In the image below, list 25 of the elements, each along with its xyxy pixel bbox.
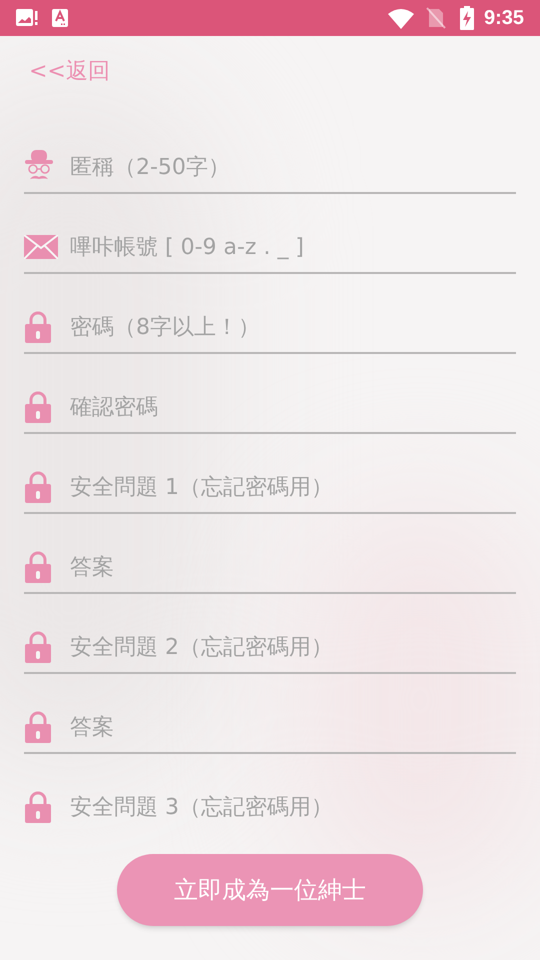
no-sim-icon [426, 7, 446, 29]
input-field[interactable]: 安全問題 2（忘記密碼用） [70, 630, 516, 664]
padlock-icon [24, 551, 52, 583]
input-field[interactable]: 匿稱（2-50字） [70, 150, 516, 184]
padlock-icon [24, 711, 52, 743]
input-field[interactable]: 安全問題 1（忘記密碼用） [70, 470, 516, 504]
input-field[interactable]: 密碼（8字以上！） [70, 310, 516, 344]
envelope-icon [24, 235, 58, 259]
input-field[interactable]: 安全問題 3（忘記密碼用） [70, 790, 516, 824]
padlock-icon [24, 631, 52, 663]
wifi-icon [388, 8, 414, 28]
padlock-icon [24, 311, 52, 343]
text-document-icon [52, 9, 68, 27]
status-time: 9:35 [484, 6, 524, 31]
input-field[interactable]: 確認密碼 [70, 390, 516, 424]
image-alert-icon [16, 8, 38, 28]
battery-charging-icon [460, 6, 474, 30]
input-field[interactable]: 答案 [70, 550, 516, 584]
padlock-icon [24, 471, 52, 503]
input-field[interactable]: 答案 [70, 710, 516, 744]
submit-button[interactable]: 立即成為一位紳士 [117, 854, 423, 926]
input-field[interactable]: 嗶咔帳號 [ 0-9 a-z . _ ] [70, 230, 516, 264]
padlock-icon [24, 791, 52, 823]
back-link[interactable]: <<返回 [29, 60, 110, 84]
padlock-icon [24, 391, 52, 423]
